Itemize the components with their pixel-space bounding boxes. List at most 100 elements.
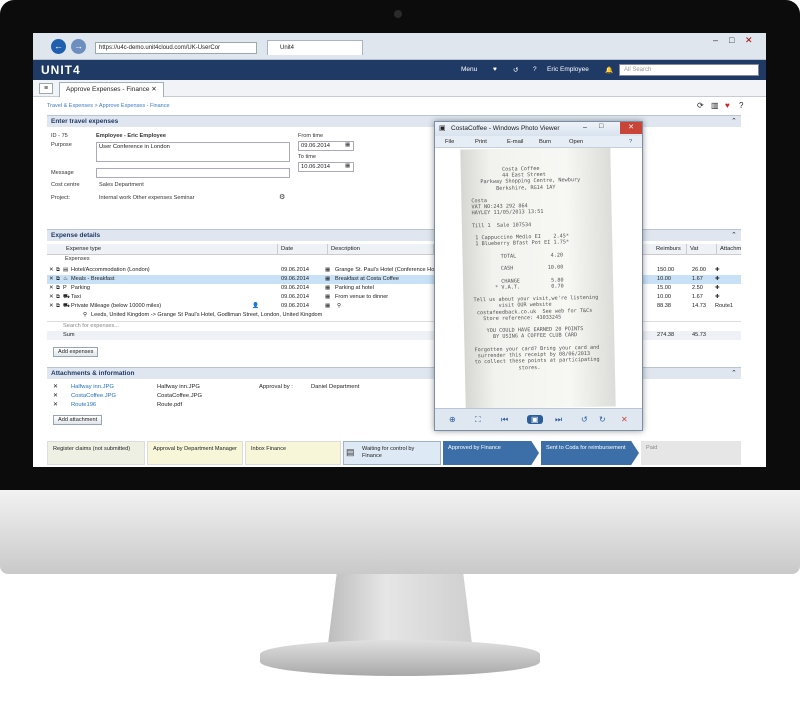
previous-icon[interactable]: ⏮ <box>501 415 508 425</box>
map-pin-icon[interactable]: ⚲ <box>337 302 341 311</box>
split-view-icon[interactable]: ▥ <box>711 101 719 110</box>
col-reimburse[interactable]: Reimburs <box>653 244 687 255</box>
delete-icon[interactable]: ✕ <box>49 266 54 275</box>
calendar-icon[interactable]: ▦ <box>325 302 330 311</box>
menu-burn[interactable]: Burn <box>539 136 551 148</box>
viewer-titlebar[interactable]: CostaCoffee - Windows Photo Viewer <box>435 122 642 136</box>
calendar-icon[interactable]: ▦ <box>325 293 330 302</box>
route-attachment[interactable]: Route1 <box>715 302 733 311</box>
expense-date: 09.06.2014 <box>281 267 309 273</box>
copy-icon[interactable]: ⧉ <box>56 284 60 293</box>
col-description[interactable]: Description <box>328 244 434 255</box>
history-icon[interactable]: ↺ <box>513 66 518 74</box>
add-expenses-button[interactable]: Add expenses <box>53 347 99 357</box>
help-icon[interactable]: ? <box>629 136 632 148</box>
attachment-link[interactable]: Halfway inn.JPG <box>71 384 114 390</box>
collapse-icon[interactable]: ⌃ <box>731 117 737 125</box>
workflow-step[interactable]: Sent to Coda for reimbursement <box>541 441 639 465</box>
minimize-icon[interactable]: – <box>713 35 718 45</box>
delete-icon[interactable]: ✕ <box>49 275 54 284</box>
favorite-icon[interactable]: ♥ <box>725 101 730 110</box>
workflow-step[interactable]: Inbox Finance <box>245 441 341 465</box>
from-time-label: From time <box>298 133 324 139</box>
add-attachment-icon[interactable]: ✚ <box>715 266 720 275</box>
attachment-link[interactable]: CostaCoffee.JPG <box>71 393 116 399</box>
search-scope[interactable]: All <box>624 67 631 73</box>
menu-file[interactable]: File <box>445 136 454 148</box>
menu-print[interactable]: Print <box>475 136 487 148</box>
forward-button[interactable]: → <box>71 39 86 54</box>
maximize-icon[interactable]: □ <box>729 35 734 45</box>
collapse-icon[interactable]: ⌃ <box>731 369 737 377</box>
delete-icon[interactable]: ✕ <box>53 384 58 390</box>
col-vat[interactable]: Vat <box>687 244 717 255</box>
copy-icon[interactable]: ⧉ <box>56 266 60 275</box>
hamburger-icon[interactable]: ≡ <box>39 83 53 94</box>
viewer-close-button[interactable]: ✕ <box>620 122 642 134</box>
delete-icon[interactable]: ✕ <box>53 393 58 399</box>
project-label: Project: <box>51 195 70 201</box>
calendar-icon[interactable]: ▦ <box>325 275 330 284</box>
user-menu[interactable]: Eric Employee <box>547 66 589 73</box>
fit-icon[interactable]: ⛶ <box>475 415 481 425</box>
project-value[interactable]: Internal work Other expenses Seminar <box>99 195 194 201</box>
search-input[interactable]: All Search <box>619 64 759 76</box>
workflow-step-current[interactable]: Waiting for control by Finance <box>343 441 441 465</box>
zoom-icon[interactable]: ⊕ <box>449 415 456 424</box>
page-tab[interactable]: Approve Expenses - Finance ✕ <box>59 82 164 97</box>
workflow-step[interactable]: Register claims (not submitted) <box>47 441 145 465</box>
delete-icon[interactable]: ✕ <box>49 302 54 311</box>
add-attachment-icon[interactable]: ✚ <box>715 293 720 302</box>
copy-icon[interactable]: ⧉ <box>56 302 60 311</box>
delete-icon[interactable]: ✕ <box>49 293 54 302</box>
col-expense-type[interactable]: Expense type <box>63 244 278 255</box>
address-bar[interactable]: https://u4c-demo.unit4cloud.com/UK-UserC… <box>95 42 257 54</box>
add-attachment-button[interactable]: Add attachment <box>53 415 103 425</box>
claim-id: ID - 75 <box>51 133 68 139</box>
calendar-icon[interactable]: ▦ <box>345 163 350 169</box>
add-attachment-icon[interactable]: ✚ <box>715 275 720 284</box>
delete-icon[interactable]: ✕ <box>49 284 54 293</box>
copy-icon[interactable]: ⧉ <box>56 293 60 302</box>
next-icon[interactable]: ⏭ <box>555 415 562 425</box>
person-icon[interactable]: 👤 <box>252 302 259 311</box>
rotate-left-icon[interactable]: ↺ <box>581 415 588 424</box>
add-attachment-icon[interactable]: ✚ <box>715 284 720 293</box>
project-lookup-icon[interactable]: ⚙ <box>279 193 285 201</box>
notifications-icon[interactable]: 🔔 <box>605 66 613 74</box>
breadcrumb[interactable]: Travel & Expenses > Approve Expenses - F… <box>47 103 170 109</box>
help-page-icon[interactable]: ? <box>739 101 743 110</box>
workflow-step[interactable]: Approved by Finance <box>443 441 539 465</box>
menu-button[interactable]: Menu <box>461 66 477 73</box>
page-tab-label: Approve Expenses - Finance <box>66 86 150 93</box>
help-icon[interactable]: ? <box>533 66 537 73</box>
expense-reimburse: 10.00 <box>657 294 671 300</box>
refresh-icon[interactable]: ⟳ <box>697 101 704 110</box>
purpose-field[interactable]: User Conference in London <box>96 142 290 162</box>
rotate-right-icon[interactable]: ↻ <box>599 415 606 424</box>
browser-tab[interactable]: Unit4 <box>267 40 363 55</box>
minimize-icon[interactable]: – <box>583 124 587 131</box>
attachment-link[interactable]: Route196 <box>71 402 96 408</box>
attachment-name: CostaCoffee.JPG <box>157 393 203 399</box>
calendar-icon[interactable]: ▦ <box>345 142 350 148</box>
workflow-step[interactable]: Paid <box>641 441 741 465</box>
copy-icon[interactable]: ⧉ <box>56 275 60 284</box>
collapse-icon[interactable]: ⌃ <box>731 231 737 239</box>
slideshow-icon[interactable]: ▣ <box>527 415 543 424</box>
close-icon[interactable]: ✕ <box>745 35 753 46</box>
calendar-icon[interactable]: ▦ <box>325 284 330 293</box>
expense-search-input[interactable]: Search for expenses... <box>63 322 119 331</box>
back-button[interactable]: ← <box>51 39 66 54</box>
delete-icon[interactable]: ✕ <box>53 402 58 408</box>
col-date[interactable]: Date <box>278 244 328 255</box>
favorites-icon[interactable]: ♥ <box>493 66 497 73</box>
delete-icon[interactable]: ✕ <box>621 415 628 424</box>
col-attachment[interactable]: Attachment <box>717 244 741 255</box>
calendar-icon[interactable]: ▦ <box>325 266 330 275</box>
maximize-icon[interactable]: □ <box>599 123 603 130</box>
workflow-step[interactable]: Approval by Department Manager <box>147 441 243 465</box>
message-field[interactable] <box>96 168 290 178</box>
menu-email[interactable]: E-mail <box>507 136 523 148</box>
menu-open[interactable]: Open <box>569 136 583 148</box>
